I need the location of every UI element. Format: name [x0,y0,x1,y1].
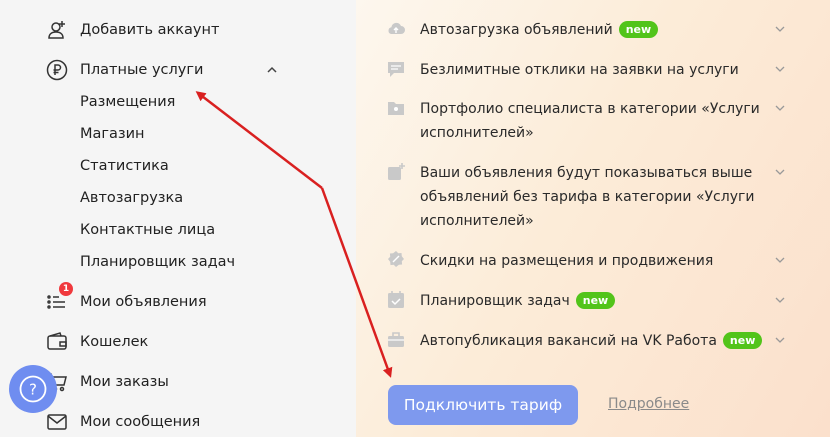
more-link[interactable]: Подробнее [608,396,689,412]
feature-text: Ваши объявления будут показываться выше … [420,165,755,229]
list-icon: 1 [46,282,73,313]
chevron-down-icon[interactable] [774,63,786,75]
sub-item-statistics[interactable]: Статистика [80,156,169,176]
feature-text: Портфолио специалиста в категории «Услуг… [420,101,760,141]
new-badge: new [722,332,763,349]
boost-icon [388,163,405,180]
feature-text: Скидки на размещения и продвижения [420,253,714,269]
feature-text: Безлимитные отклики на заявки на услуги [420,62,739,78]
feature-text: Автопубликация вакансий на VK Работа new [420,329,770,353]
connect-tariff-button[interactable]: Подключить тариф [388,385,578,425]
wallet-icon [46,331,68,353]
folder-icon [388,102,404,115]
briefcase-icon [388,332,404,347]
add-account-item[interactable]: Добавить аккаунт [46,16,219,44]
sub-item-shop[interactable]: Магазин [80,124,145,144]
my-orders-label: Мои заказы [80,374,169,390]
my-ads-item[interactable]: 1 Мои объявления [46,282,207,316]
new-badge: new [575,292,616,309]
envelope-icon [46,411,68,433]
chevron-down-icon[interactable] [774,102,786,114]
sub-item-autoload[interactable]: Автозагрузка [80,188,183,208]
question-icon: ? [19,375,47,403]
new-badge: new [618,21,659,38]
feature-text: Автозагрузка объявлений new [420,18,770,42]
chevron-down-icon[interactable] [774,23,786,35]
ruble-icon [46,59,68,81]
sub-item-placements[interactable]: Размещения [80,92,175,112]
sub-item-scheduler[interactable]: Планировщик задач [80,252,235,272]
chat-icon [388,62,404,77]
feature-text: Планировщик задач new [420,289,770,313]
paid-services-item[interactable]: Платные услуги [46,56,203,84]
chevron-down-icon[interactable] [774,334,786,346]
sidebar: Добавить аккаунт Платные услуги Размещен… [0,0,356,437]
my-ads-counter-badge: 1 [59,282,73,296]
cloud-icon [388,22,405,34]
help-button[interactable]: ? [9,365,57,413]
sub-item-contacts[interactable]: Контактные лица [80,220,215,240]
add-account-label: Добавить аккаунт [80,22,220,38]
chevron-down-icon[interactable] [774,166,786,178]
chevron-down-icon[interactable] [774,294,786,306]
add-user-icon [46,19,68,41]
tariff-panel: Автозагрузка объявлений new Безлимитные о… [356,0,830,437]
chevron-up-icon[interactable] [265,63,279,77]
calendar-icon [388,291,404,308]
chevron-down-icon[interactable] [774,254,786,266]
paid-services-label: Платные услуги [80,62,204,78]
svg-text:?: ? [29,381,37,399]
my-ads-label: Мои объявления [80,294,207,310]
my-messages-label: Мои сообщения [80,414,201,430]
wallet-label: Кошелек [80,334,149,350]
wallet-item[interactable]: Кошелек [46,328,148,356]
discount-icon [388,251,404,267]
my-messages-item[interactable]: Мои сообщения [46,408,200,436]
